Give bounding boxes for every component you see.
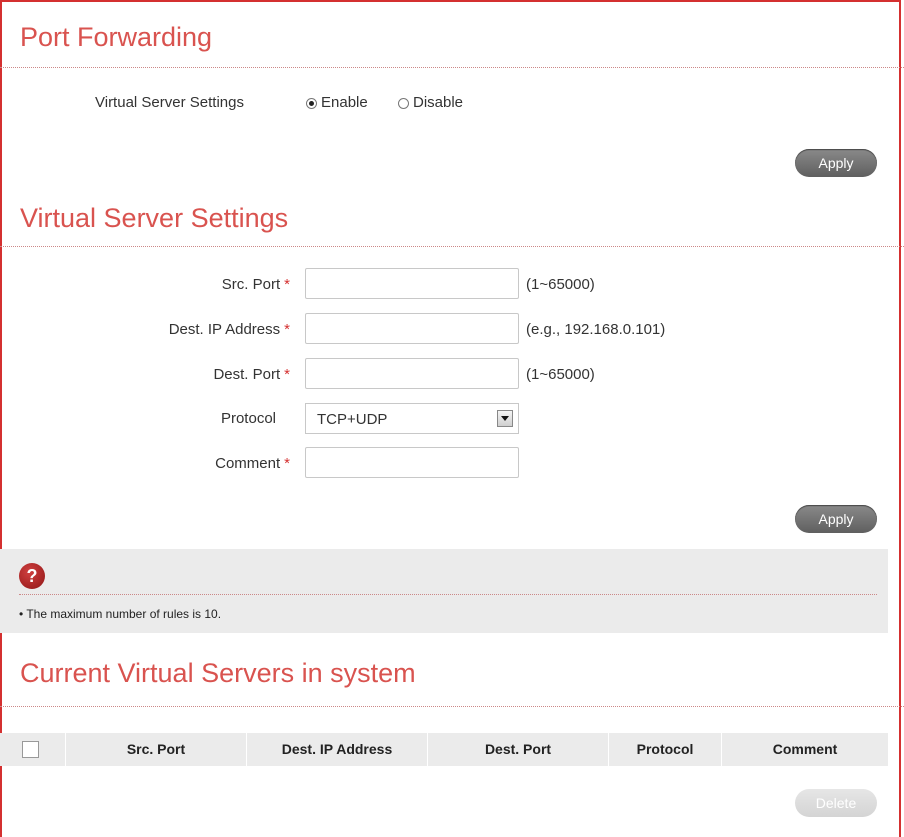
column-header-dest-port: Dest. Port (484, 741, 552, 757)
dest-ip-hint: (e.g., 192.168.0.101) (526, 321, 666, 338)
delete-button[interactable]: Delete (795, 789, 877, 817)
src-port-label: Src. Port * (222, 276, 290, 293)
comment-label-text: Comment (215, 455, 281, 472)
required-marker: * (284, 276, 290, 293)
src-port-hint: (1~65000) (526, 276, 595, 293)
protocol-select[interactable]: TCP+UDP (305, 403, 519, 434)
enable-radio[interactable] (306, 97, 317, 109)
virtual-server-settings-label: Virtual Server Settings (95, 94, 244, 111)
required-marker: * (284, 366, 290, 383)
src-port-label-text: Src. Port (221, 276, 281, 293)
protocol-label: Protocol (220, 410, 276, 427)
current-servers-title: Current Virtual Servers in system (20, 658, 416, 688)
divider (0, 706, 904, 707)
dest-ip-label: Dest. IP Address * (169, 321, 290, 338)
port-forwarding-title: Port Forwarding (20, 22, 213, 52)
dest-ip-input[interactable] (305, 313, 519, 344)
column-header-comment: Comment (772, 741, 838, 757)
select-all-checkbox[interactable] (22, 741, 39, 758)
help-icon: ? (19, 563, 45, 589)
disable-radio-group[interactable]: Disable (398, 94, 463, 111)
divider (0, 67, 904, 68)
disable-radio[interactable] (398, 97, 409, 109)
enable-label: Enable (321, 94, 368, 111)
protocol-value: TCP+UDP (317, 411, 388, 428)
help-text: • The maximum number of rules is 10. (19, 607, 222, 621)
comment-input[interactable] (305, 447, 519, 478)
chevron-down-icon[interactable] (497, 410, 513, 427)
comment-label: Comment * (215, 455, 290, 472)
dest-ip-label-text: Dest. IP Address (168, 321, 281, 338)
src-port-input[interactable] (305, 268, 519, 299)
required-marker: * (284, 321, 290, 338)
apply-button-virtual-server[interactable]: Apply (795, 505, 877, 533)
disable-label: Disable (413, 94, 464, 111)
column-header-protocol: Protocol (636, 741, 694, 757)
enable-radio-group[interactable]: Enable (306, 94, 368, 111)
required-marker: * (284, 455, 290, 472)
virtual-server-settings-title: Virtual Server Settings (20, 203, 289, 233)
divider (0, 246, 904, 247)
dest-port-hint: (1~65000) (526, 366, 595, 383)
column-header-dest-ip: Dest. IP Address (281, 741, 393, 757)
help-divider (19, 594, 877, 595)
apply-button-port-forwarding[interactable]: Apply (795, 149, 877, 177)
dest-port-label: Dest. Port * (213, 366, 290, 383)
dest-port-input[interactable] (305, 358, 519, 389)
column-header-src-port: Src. Port (126, 741, 186, 757)
dest-port-label-text: Dest. Port (213, 366, 281, 383)
